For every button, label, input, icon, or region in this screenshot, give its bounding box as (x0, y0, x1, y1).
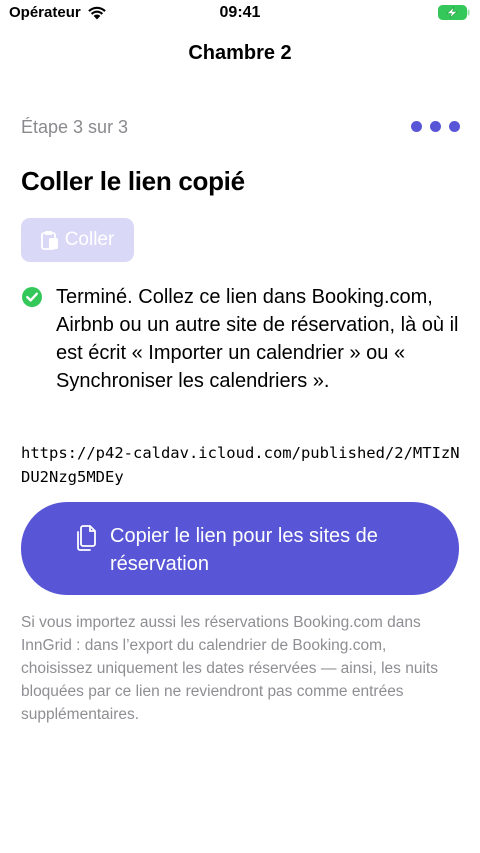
success-text: Terminé. Collez ce lien dans Booking.com… (56, 286, 459, 392)
footnote: Si vous importez aussi les réservations … (21, 614, 438, 723)
copy-link-button[interactable]: Copier le lien pour les sites de réserva… (21, 502, 459, 595)
step-dot (430, 121, 441, 132)
checkmark-circle-icon (22, 287, 42, 307)
step-dots (411, 121, 460, 132)
step-dot (449, 121, 460, 132)
step-label: Étape 3 sur 3 (21, 117, 129, 137)
copy-link-button-label: Copier le lien pour les sites de réserva… (110, 525, 378, 575)
clipboard-icon (40, 231, 58, 250)
step-dot (411, 121, 422, 132)
status-bar: Opérateur 09:41 (0, 0, 480, 26)
battery-charging-icon (438, 5, 470, 20)
nav-title: Chambre 2 (188, 42, 292, 64)
paste-button-label: Coller (64, 229, 115, 250)
paste-button[interactable]: Coller (21, 218, 134, 262)
page-heading: Coller le lien copié (21, 166, 245, 196)
step-indicator: Étape 3 sur 3 (21, 117, 460, 139)
clock: 09:41 (219, 4, 261, 21)
calendar-link: https://p42-caldav.icloud.com/published/… (21, 444, 460, 486)
success-message: Terminé. Collez ce lien dans Booking.com… (21, 283, 461, 395)
copy-document-icon (77, 525, 96, 551)
